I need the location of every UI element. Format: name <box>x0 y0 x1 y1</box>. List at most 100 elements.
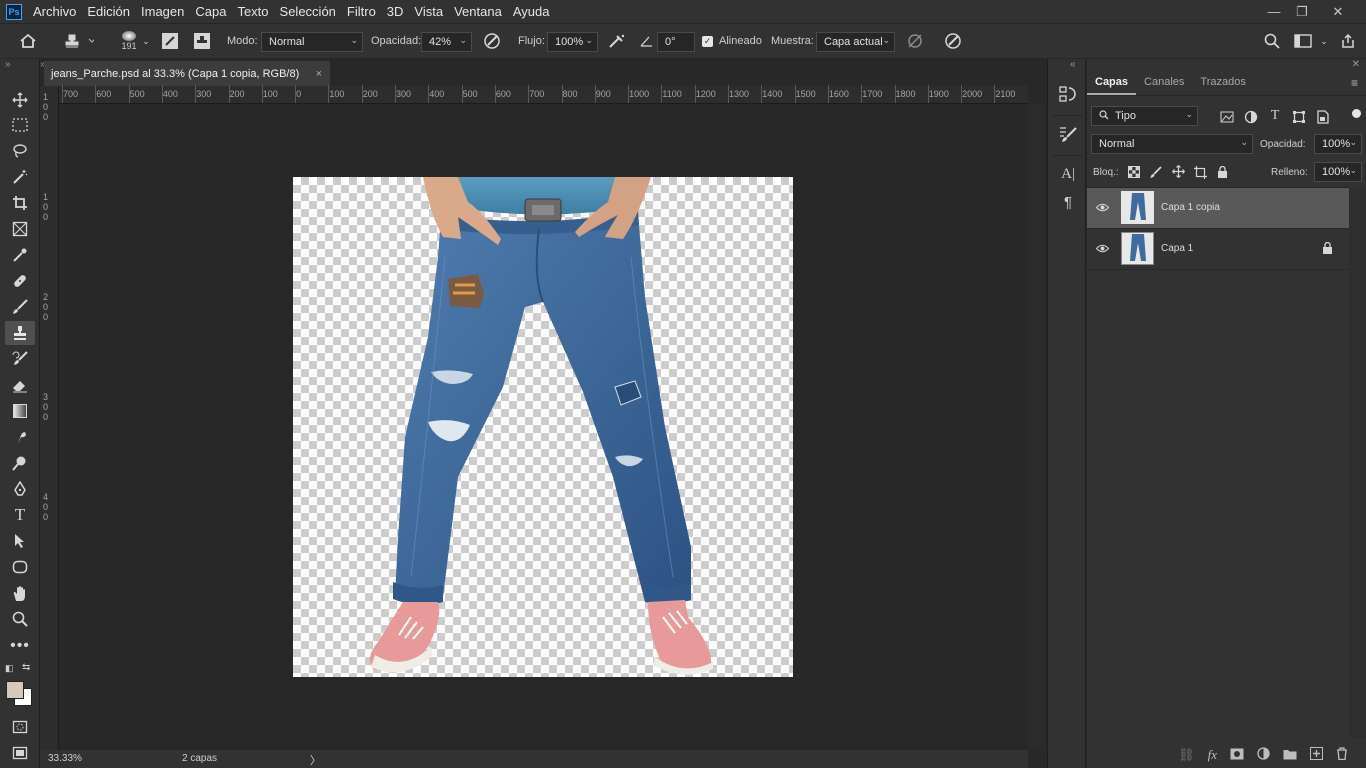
menu-archivo[interactable]: Archivo <box>33 4 76 19</box>
layer-row-capa-1-copia[interactable]: Capa 1 copia <box>1087 188 1349 228</box>
close-tab-icon[interactable]: × <box>316 68 322 80</box>
frame-tool-icon[interactable] <box>5 217 35 241</box>
menu-vista[interactable]: Vista <box>414 4 443 19</box>
lock-transparent-pixels-icon[interactable] <box>1127 165 1141 179</box>
paragraph-panel-icon[interactable]: ¶ <box>1057 191 1079 213</box>
flow-input[interactable]: 100% ⌄ <box>547 32 598 52</box>
menu-ventana[interactable]: Ventana <box>454 4 502 19</box>
share-icon[interactable] <box>1338 24 1358 58</box>
tab-canales[interactable]: Canales <box>1136 71 1192 95</box>
layer-style-fx-icon[interactable]: fx <box>1208 747 1217 763</box>
layer-opacity-input[interactable]: 100% ⌄ <box>1314 134 1362 154</box>
lasso-tool-icon[interactable] <box>5 139 35 163</box>
pressure-opacity-icon[interactable] <box>482 24 502 58</box>
shape-tool-icon[interactable] <box>5 555 35 579</box>
lock-image-pixels-icon[interactable] <box>1149 165 1163 179</box>
pen-tool-icon[interactable] <box>5 477 35 501</box>
clone-stamp-tool-icon[interactable] <box>5 321 35 345</box>
vertical-ruler[interactable]: 100100200300400 <box>40 86 59 750</box>
document-tab[interactable]: jeans_Parche.psd al 33.3% (Capa 1 copia,… <box>44 61 330 86</box>
visibility-eye-icon[interactable] <box>1095 201 1110 215</box>
new-adjustment-layer-icon[interactable] <box>1257 747 1270 763</box>
menu-capa[interactable]: Capa <box>195 4 226 19</box>
lock-artboard-icon[interactable] <box>1193 165 1207 179</box>
chevron-down-icon[interactable]: ⌄ <box>1318 24 1330 58</box>
clone-source-icon[interactable] <box>192 24 212 58</box>
crop-tool-icon[interactable] <box>5 191 35 215</box>
new-group-icon[interactable] <box>1283 748 1297 763</box>
eraser-tool-icon[interactable] <box>5 373 35 397</box>
layer-row-capa-1[interactable]: Capa 1 <box>1087 229 1349 269</box>
layers-scrollbar[interactable] <box>1349 188 1366 738</box>
magic-wand-tool-icon[interactable] <box>5 165 35 189</box>
healing-brush-tool-icon[interactable] <box>5 269 35 293</box>
gradient-tool-icon[interactable] <box>5 399 35 423</box>
ignore-adjustment-icon[interactable] <box>905 24 925 58</box>
path-selection-tool-icon[interactable] <box>5 529 35 553</box>
workspace-icon[interactable] <box>1292 24 1314 58</box>
layer-filter-select[interactable]: Tipo ⌄ <box>1091 106 1198 126</box>
chevron-down-icon[interactable]: ⌄ <box>140 24 152 58</box>
zoom-tool-icon[interactable] <box>5 607 35 631</box>
history-panel-icon[interactable] <box>1057 83 1079 105</box>
quick-mask-icon[interactable] <box>5 715 35 739</box>
horizontal-ruler[interactable]: 700 600 500 400 300 200 100 0 100 200 300 400 500 600… <box>59 85 1028 104</box>
pressure-size-icon[interactable] <box>942 24 964 58</box>
close-panel-icon[interactable]: ✕ <box>1352 59 1360 70</box>
blend-mode-select[interactable]: Normal ⌄ <box>1091 134 1253 154</box>
home-icon[interactable] <box>16 24 40 58</box>
lock-all-icon[interactable] <box>1215 165 1229 179</box>
filter-toggle[interactable] <box>1352 109 1361 118</box>
type-tool-icon[interactable]: T <box>5 503 35 527</box>
swap-colors-icon[interactable]: ⇆ <box>22 662 30 673</box>
dodge-tool-icon[interactable] <box>5 451 35 475</box>
lock-position-icon[interactable] <box>1171 164 1185 178</box>
marquee-tool-icon[interactable] <box>5 113 35 137</box>
search-icon[interactable] <box>1262 24 1282 58</box>
brush-tool-icon[interactable] <box>5 295 35 319</box>
menu-3d[interactable]: 3D <box>387 4 404 19</box>
sample-select[interactable]: Capa actual ⌄ <box>816 32 895 52</box>
collapse-panels-icon[interactable]: « <box>1070 59 1076 70</box>
eyedropper-tool-icon[interactable] <box>5 243 35 267</box>
menu-ayuda[interactable]: Ayuda <box>513 4 550 19</box>
default-colors-icon[interactable]: ◧ <box>5 663 14 674</box>
visibility-eye-icon[interactable] <box>1095 242 1110 256</box>
layer-name[interactable]: Capa 1 copia <box>1161 202 1220 213</box>
menu-imagen[interactable]: Imagen <box>141 4 184 19</box>
history-brush-tool-icon[interactable] <box>5 347 35 371</box>
menu-texto[interactable]: Texto <box>237 4 268 19</box>
menu-seleccion[interactable]: Selección <box>280 4 336 19</box>
filter-type-icon[interactable]: T <box>1267 108 1283 124</box>
link-layers-icon[interactable]: ⛓ <box>1178 747 1195 763</box>
move-tool-icon[interactable] <box>5 88 35 112</box>
filter-smart-object-icon[interactable] <box>1315 109 1331 125</box>
filter-adjustment-icon[interactable] <box>1243 109 1259 125</box>
layer-name[interactable]: Capa 1 <box>1161 243 1193 254</box>
clone-stamp-preset-icon[interactable] <box>58 24 96 58</box>
canvas-area[interactable] <box>59 104 1028 750</box>
aligned-checkbox[interactable]: ✓ Alineado <box>702 24 762 58</box>
airbrush-icon[interactable] <box>606 24 628 58</box>
hand-tool-icon[interactable] <box>5 581 35 605</box>
filter-pixel-icon[interactable] <box>1219 109 1235 125</box>
filter-shape-icon[interactable] <box>1291 109 1307 125</box>
panel-menu-icon[interactable]: ≡ <box>1351 76 1358 90</box>
angle-input[interactable]: 0° <box>657 32 695 52</box>
document-canvas[interactable] <box>293 177 793 677</box>
tab-capas[interactable]: Capas <box>1087 71 1137 95</box>
mode-select[interactable]: Normal ⌄ <box>261 32 363 52</box>
new-layer-icon[interactable] <box>1310 747 1323 763</box>
status-menu-arrow-icon[interactable]: 〉 <box>310 752 321 768</box>
menu-filtro[interactable]: Filtro <box>347 4 376 19</box>
restore-button[interactable]: ❐ <box>1286 0 1318 23</box>
collapse-toolbar-icon[interactable]: » <box>5 59 11 70</box>
more-tools-icon[interactable]: ••• <box>5 634 35 658</box>
fill-input[interactable]: 100% ⌄ <box>1314 162 1362 182</box>
vertical-scrollbar[interactable] <box>1028 104 1045 750</box>
brush-settings-panel-icon[interactable] <box>1057 123 1079 145</box>
menu-edicion[interactable]: Edición <box>87 4 130 19</box>
delete-layer-icon[interactable] <box>1336 747 1348 763</box>
add-mask-icon[interactable] <box>1230 748 1244 763</box>
zoom-level[interactable]: 33.33% <box>48 753 82 764</box>
